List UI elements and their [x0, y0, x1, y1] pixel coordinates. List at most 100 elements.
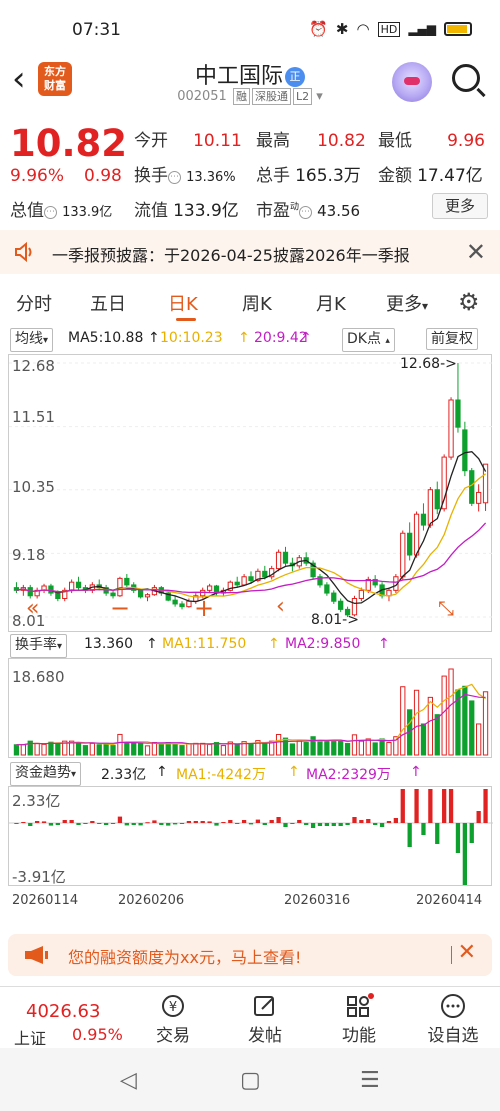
y-tick-2: 11.51 [12, 408, 55, 426]
fullscreen-icon[interactable]: ⤡ [438, 596, 454, 620]
fund-bar [386, 821, 392, 823]
tab-more[interactable]: 更多▾ [386, 290, 428, 316]
candle-body [407, 532, 413, 556]
turnover-bar [137, 742, 144, 756]
turnover-bar [234, 744, 240, 756]
fund-bar [379, 823, 385, 827]
fund-bar [179, 823, 185, 824]
fund-bar [138, 823, 143, 826]
candle-body [55, 592, 61, 600]
trade-button[interactable]: ¥ 交易 [138, 993, 208, 1046]
float-value: 133.9亿 [173, 201, 239, 221]
pe-value: 43.56 [317, 202, 361, 220]
nav-home-icon[interactable]: ▢ [240, 1068, 261, 1093]
kline-chart-frame[interactable] [8, 354, 493, 632]
zoom-in-icon[interactable]: + [194, 594, 214, 622]
nav-back-icon[interactable]: ◁ [120, 1068, 137, 1093]
candle-body [262, 570, 268, 578]
fund-bar [421, 823, 426, 835]
turnover-bar [213, 742, 220, 756]
info-icon[interactable]: ⋯ [44, 206, 57, 219]
fund-bar [345, 823, 350, 825]
ma-selector[interactable]: 均线▾ [10, 328, 54, 352]
assistant-robot-icon[interactable] [392, 62, 432, 102]
turnover-bar [248, 743, 254, 756]
scroll-left-icon[interactable]: « [26, 596, 39, 621]
candle-body [469, 470, 475, 504]
hd-icon: HD [377, 21, 401, 37]
max-price-label: 12.68-> [400, 356, 457, 372]
fund-indicator-selector[interactable]: 资金趋势▾ [10, 762, 82, 786]
gear-icon[interactable]: ⚙ [458, 288, 480, 316]
bluetooth-icon: ✱ [335, 20, 349, 38]
function-button[interactable]: 功能 [324, 993, 394, 1046]
turnover-bar [358, 740, 365, 756]
turnover-bar [344, 743, 351, 756]
info-icon[interactable]: ⋯ [168, 171, 181, 184]
close-icon[interactable]: ✕ [458, 940, 476, 965]
fund-bar [400, 789, 405, 823]
turnover-bar [310, 736, 316, 756]
close-icon[interactable]: ✕ [466, 238, 486, 266]
index-value[interactable]: 4026.63 [26, 1001, 100, 1022]
bottom-toolbar: 4026.63 上证 0.95% ¥ 交易 发帖 功能 设自选 [0, 986, 500, 1048]
fund-bar [359, 820, 364, 823]
index-change[interactable]: 0.95% [72, 1025, 123, 1044]
candle-body [420, 513, 427, 526]
float-label: 流值 [134, 201, 168, 221]
turnover-bar [303, 742, 309, 756]
adjust-button[interactable]: 前复权 [426, 328, 478, 350]
turnover-bar [13, 744, 20, 756]
zoom-out-icon[interactable]: − [110, 594, 130, 622]
tab-monthly-k[interactable]: 月K [316, 290, 346, 316]
turnover-bar [282, 737, 289, 756]
candle-body [476, 491, 482, 504]
turnover-bar [34, 742, 40, 756]
tab-weekly-k[interactable]: 周K [242, 290, 272, 316]
candle-body [324, 584, 330, 594]
chevron-down-icon[interactable]: ▾ [316, 89, 323, 104]
megaphone-icon [25, 946, 48, 964]
tag-level2: L2 [292, 88, 313, 105]
tab-five-day[interactable]: 五日 [90, 290, 126, 316]
open-label: 今开 [134, 131, 168, 151]
more-quote-button[interactable]: 更多 [432, 193, 488, 219]
fund-bar [145, 822, 150, 824]
candle-body [68, 581, 75, 591]
x-date-2: 20260206 [118, 893, 185, 908]
turnover-bar [386, 742, 392, 756]
open-value: 10.11 [193, 131, 242, 151]
candle-body [124, 577, 130, 586]
margin-promo-banner[interactable]: 您的融资额度为xx元，马上查看! ✕ [8, 934, 492, 976]
volume-label: 总手 [256, 166, 290, 186]
fund-bar [352, 817, 357, 823]
notice-banner[interactable]: 一季报预披露：于2026-04-25披露2026年一季报 ✕ [0, 230, 500, 274]
add-watchlist-button[interactable]: 设自选 [418, 993, 488, 1046]
post-button[interactable]: 发帖 [230, 993, 300, 1046]
index-name[interactable]: 上证 [14, 1025, 46, 1049]
turnover-indicator-selector[interactable]: 换手率▾ [10, 634, 68, 658]
turnover-bar [206, 743, 213, 756]
tab-intraday[interactable]: 分时 [16, 290, 52, 316]
turnover-bar [48, 741, 54, 756]
tab-daily-k[interactable]: 日K [168, 290, 198, 316]
high-label: 最高 [256, 131, 290, 151]
dk-point-button[interactable]: DK点 ▴ [342, 328, 395, 352]
fund-bar [241, 820, 247, 823]
fund-bar [324, 823, 330, 826]
turnover-bar [117, 733, 123, 756]
stock-code: 002051 [177, 89, 227, 104]
info-icon[interactable]: ⋯ [299, 206, 313, 219]
fund-bar [310, 823, 316, 828]
fund-bar [235, 823, 240, 824]
search-icon[interactable] [452, 64, 480, 92]
candle-body [400, 532, 406, 578]
total-value-label: 总值 [10, 201, 44, 221]
fund-bar [152, 820, 157, 823]
step-left-icon[interactable]: ‹ [276, 594, 285, 619]
status-bar: 07:31 ⏰ ✱ ◠ HD ▂▄▆ [0, 0, 500, 56]
nav-menu-icon[interactable]: ☰ [360, 1068, 380, 1093]
x-date-1: 20260114 [12, 893, 79, 908]
turnover-bar [379, 738, 385, 756]
fund-bar [83, 823, 88, 824]
